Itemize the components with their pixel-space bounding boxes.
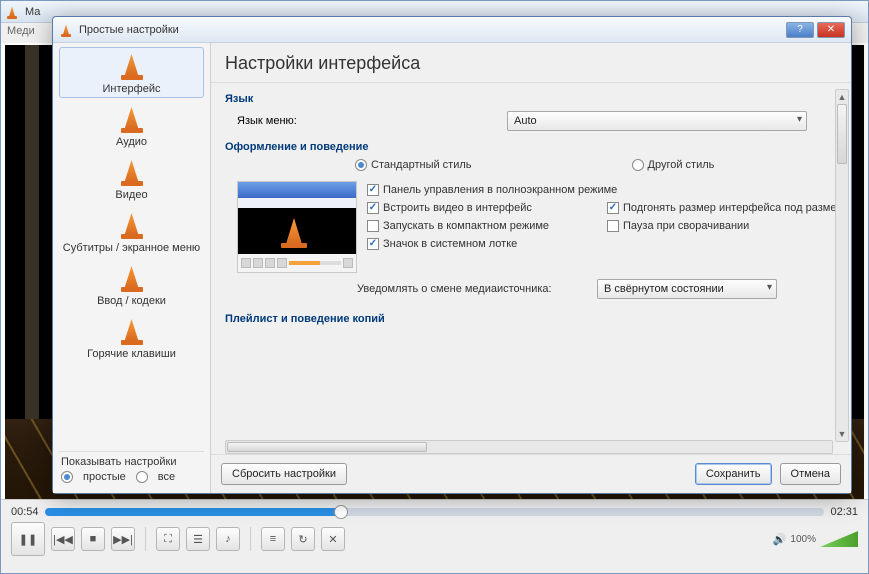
group-language: Язык [225,93,841,105]
scroll-thumb[interactable] [837,104,847,164]
cancel-button[interactable]: Отмена [780,463,841,485]
category-sidebar: Интерфейс Аудио Видео Субтитры / экранно… [53,43,211,493]
fullscreen-button[interactable]: ⛶ [156,527,180,551]
notify-combo[interactable]: В свёрнутом состоянии [597,279,777,299]
sidebar-item-label: Горячие клавиши [87,348,176,360]
sidebar-item-label: Аудио [116,136,147,148]
speaker-icon[interactable]: 🔊 [773,533,787,546]
sidebar-item-label: Ввод / кодеки [97,295,166,307]
dialog-footer: Сбросить настройки Сохранить Отмена [211,454,851,493]
language-combo[interactable]: Auto [507,111,807,131]
notify-label: Уведомлять о смене медиаисточника: [357,283,589,295]
group-playlist: Плейлист и поведение копий [225,313,841,325]
prev-button[interactable]: |◀◀ [51,527,75,551]
sidebar-item-input[interactable]: Ввод / кодеки [59,259,204,310]
sidebar-item-interface[interactable]: Интерфейс [59,47,204,98]
equalizer-button[interactable]: ♪ [216,527,240,551]
sidebar-item-label: Субтитры / экранное меню [63,242,200,254]
stop-button[interactable]: ■ [81,527,105,551]
dialog-title: Простые настройки [79,24,179,36]
scroll-down-icon[interactable]: ▼ [836,427,848,441]
scroll-up-icon[interactable]: ▲ [836,90,848,104]
time-current: 00:54 [11,506,39,518]
settings-scroll-area: Язык Язык меню: Auto Оформление и поведе… [211,83,851,454]
cone-headphones-icon [118,105,146,133]
player-controls: 00:54 02:31 ❚❚ |◀◀ ■ ▶▶| ⛶ ☰ ♪ ≡ ↻ ✕ 🔊 1… [1,499,868,573]
cone-codec-icon [118,264,146,292]
playlist-button[interactable]: ≡ [261,527,285,551]
sidebar-item-video[interactable]: Видео [59,153,204,204]
chk-tray[interactable] [367,238,379,250]
vertical-scrollbar[interactable]: ▲ ▼ [835,89,849,442]
radio-simple-label: простые [83,471,126,483]
chk-pause-min[interactable] [607,220,619,232]
main-pane: Настройки интерфейса Язык Язык меню: Aut… [211,43,851,493]
dialog-titlebar[interactable]: Простые настройки ? ✕ [53,17,851,43]
sidebar-item-subtitles[interactable]: Субтитры / экранное меню [59,206,204,257]
scroll-thumb-h[interactable] [227,442,427,452]
help-button[interactable]: ? [786,22,814,38]
group-look: Оформление и поведение [225,141,841,153]
vlc-cone-icon [5,5,19,19]
horizontal-scrollbar[interactable] [225,440,833,454]
next-button[interactable]: ▶▶| [111,527,135,551]
cone-icon [277,214,311,248]
radio-simple[interactable] [61,471,73,483]
cone-keyboard-icon [118,317,146,345]
time-total: 02:31 [830,506,858,518]
sidebar-item-hotkeys[interactable]: Горячие клавиши [59,312,204,363]
cone-film-icon [118,158,146,186]
show-settings-label: Показывать настройки [61,456,202,468]
ext-settings-button[interactable]: ☰ [186,527,210,551]
seek-slider[interactable] [45,508,825,516]
radio-all[interactable] [136,471,148,483]
cone-icon [118,52,146,80]
sidebar-item-label: Интерфейс [103,83,161,95]
style-preview [237,181,357,273]
volume-slider[interactable] [820,531,858,547]
language-label: Язык меню: [237,115,497,127]
radio-all-label: все [158,471,175,483]
reset-button[interactable]: Сбросить настройки [221,463,347,485]
shuffle-button[interactable]: ✕ [321,527,345,551]
chk-embed-video[interactable] [367,202,379,214]
loop-button[interactable]: ↻ [291,527,315,551]
chk-compact[interactable] [367,220,379,232]
chk-fullscreen-panel[interactable] [367,184,379,196]
radio-other-style[interactable] [632,159,644,171]
menu-item[interactable]: Меди [7,25,35,37]
volume-label: 100% [790,534,816,545]
save-button[interactable]: Сохранить [695,463,772,485]
vlc-cone-icon [59,23,73,37]
show-settings-group: Показывать настройки простые все [59,451,204,489]
cone-subtitle-icon [118,211,146,239]
pause-button[interactable]: ❚❚ [11,522,45,556]
sidebar-item-label: Видео [115,189,147,201]
sidebar-item-audio[interactable]: Аудио [59,100,204,151]
preferences-dialog: Простые настройки ? ✕ Интерфейс Аудио Ви… [52,16,852,494]
main-title-text: Ма [25,6,40,18]
radio-standard-style[interactable] [355,159,367,171]
close-button[interactable]: ✕ [817,22,845,38]
chk-fit-size[interactable] [607,202,619,214]
page-title: Настройки интерфейса [211,43,851,83]
